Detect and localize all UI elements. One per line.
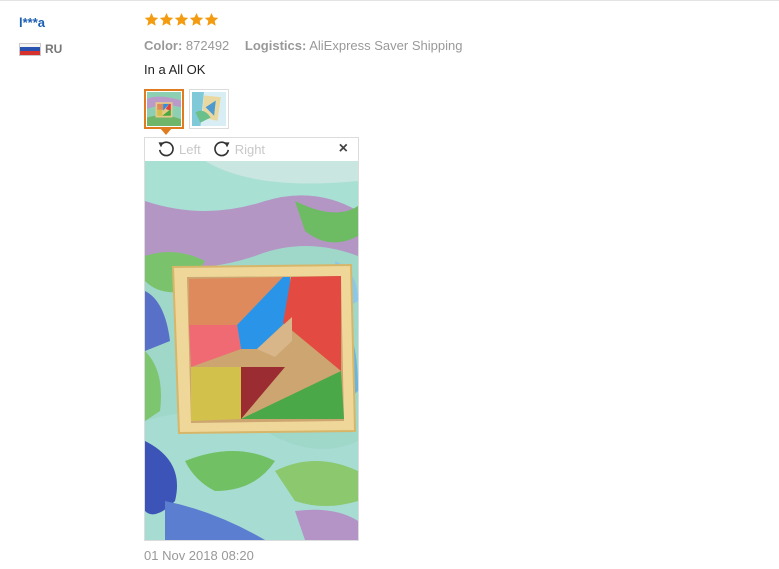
star-icon	[204, 12, 219, 26]
rotate-left-icon	[158, 141, 174, 157]
logistics-value: AliExpress Saver Shipping	[309, 38, 463, 53]
rotate-right-button[interactable]: Right	[211, 139, 265, 159]
logistics-label: Logistics:	[244, 38, 307, 53]
review-date: 01 Nov 2018 08:20	[144, 548, 254, 563]
tangram-photo-image	[145, 161, 358, 540]
star-icon	[189, 12, 204, 26]
thumbnail-photo-1[interactable]	[144, 89, 184, 135]
reviewer-name: l***a	[19, 15, 46, 30]
viewer-toolbar: Left Right ×	[145, 138, 358, 160]
rotate-left-label: Left	[179, 141, 201, 157]
thumbnail-image	[147, 92, 181, 126]
rotate-right-icon	[213, 141, 230, 157]
star-icon	[174, 12, 189, 26]
order-meta: Color: 872492 Logistics: AliExpress Save…	[144, 38, 462, 53]
thumbnail-image	[192, 92, 226, 126]
active-thumbnail-arrow-icon	[160, 128, 172, 135]
photo-thumbnails	[144, 89, 229, 135]
star-rating	[144, 12, 219, 27]
rotate-left-button[interactable]: Left	[155, 139, 201, 159]
rotate-right-label: Right	[234, 141, 266, 157]
reviewer-country: RU	[19, 42, 62, 56]
star-icon	[144, 12, 159, 26]
review-text: In a All OK	[144, 62, 206, 77]
thumbnail-photo-2[interactable]	[189, 89, 229, 129]
star-icon	[159, 12, 174, 26]
photo-viewer: Left Right ×	[144, 137, 359, 541]
color-label: Color:	[144, 38, 183, 53]
review-photo	[145, 161, 358, 540]
russia-flag-icon	[19, 42, 41, 56]
close-viewer-button[interactable]: ×	[339, 141, 348, 157]
color-value: 872492	[185, 38, 230, 53]
top-divider	[0, 0, 779, 1]
country-code: RU	[45, 42, 63, 56]
